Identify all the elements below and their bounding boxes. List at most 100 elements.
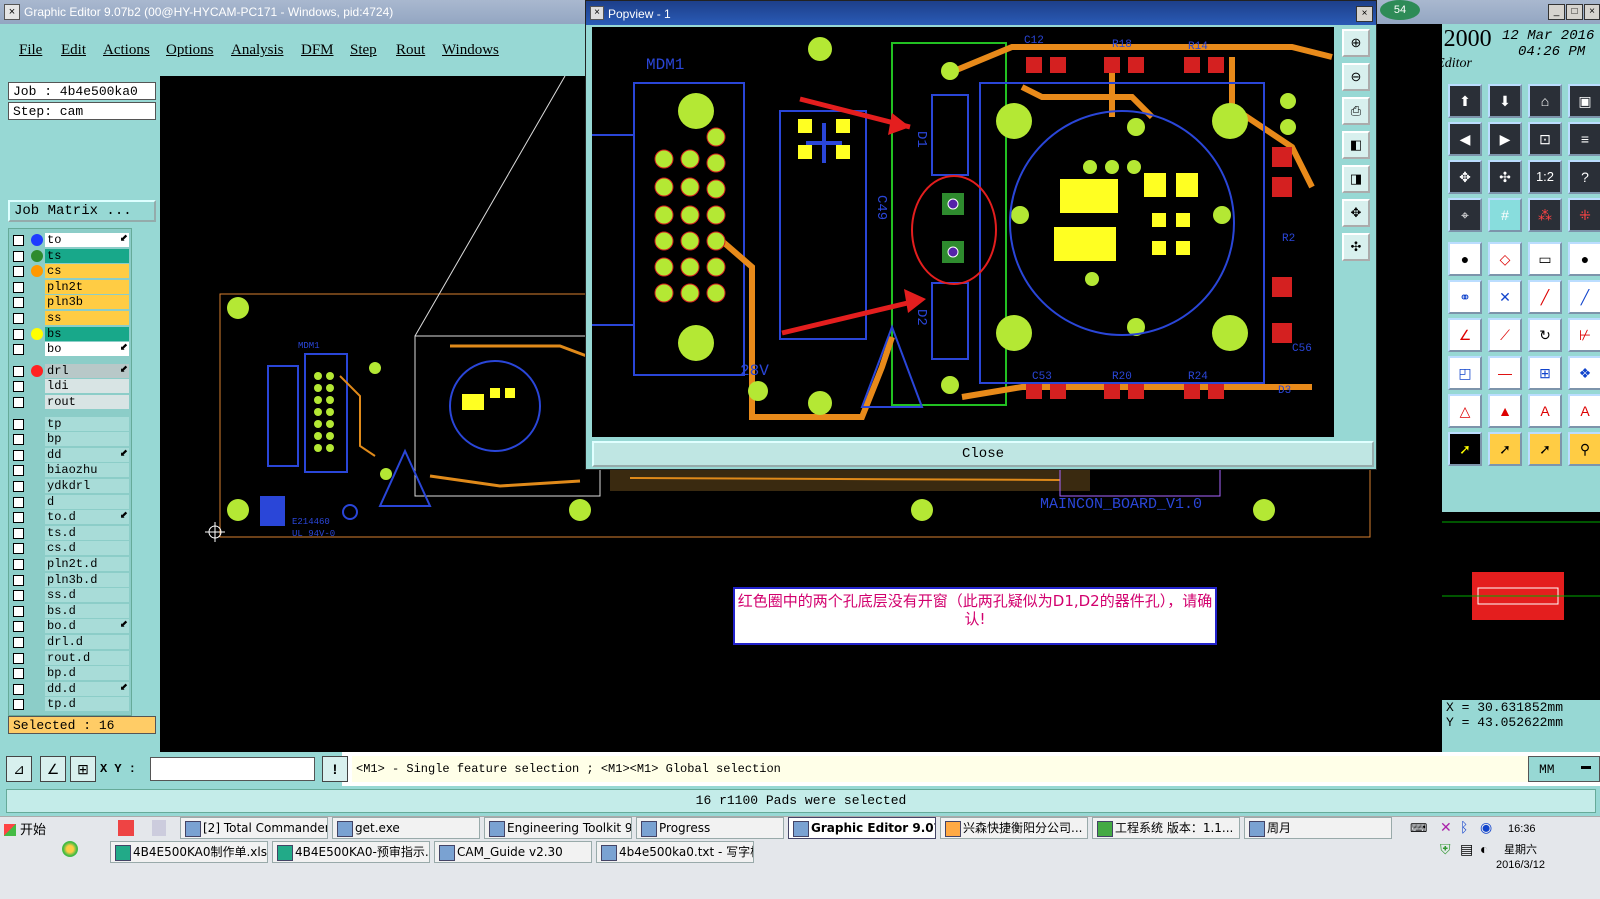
layer-row-pln3b[interactable]: pln3b bbox=[9, 295, 131, 310]
layer-row-pln2t[interactable]: pln2t bbox=[9, 279, 131, 295]
layer-checkbox[interactable] bbox=[13, 652, 24, 664]
surface-icon[interactable]: ◇ bbox=[1488, 242, 1522, 276]
bluetooth-icon[interactable]: ᛒ bbox=[1460, 819, 1468, 835]
layer-row-bs[interactable]: bs bbox=[9, 326, 131, 342]
ratio-icon[interactable]: 1:2 bbox=[1528, 160, 1562, 194]
layer-checkbox[interactable] bbox=[13, 496, 24, 508]
snap-center-icon[interactable]: ⊞ bbox=[70, 756, 96, 782]
layer-row-drl[interactable]: drl ⬋ bbox=[9, 363, 131, 379]
taskbar-item[interactable]: get.exe bbox=[332, 817, 480, 839]
cut-icon[interactable]: ⟋ bbox=[1488, 318, 1522, 352]
layer-row-tp-d[interactable]: tp.d bbox=[9, 697, 131, 712]
menu-edit[interactable]: Edit bbox=[61, 42, 86, 59]
layer-name[interactable]: rout bbox=[45, 395, 129, 409]
popview-window-icon[interactable]: × bbox=[590, 6, 604, 20]
layer-name[interactable]: cs bbox=[45, 264, 129, 279]
taskbar-item[interactable]: 工程系统 版本：1.1... bbox=[1092, 817, 1240, 839]
layer-row-dd-d[interactable]: dd.d ⬋ bbox=[9, 681, 131, 697]
quicklaunch-icon[interactable] bbox=[62, 841, 78, 857]
select-pointer-icon[interactable]: ➚ bbox=[1448, 432, 1482, 466]
layer-checkbox[interactable] bbox=[13, 266, 24, 278]
popview-close-button[interactable]: Close bbox=[592, 441, 1374, 467]
layer-row-drl-d[interactable]: drl.d bbox=[9, 635, 131, 650]
rotate-icon[interactable]: ↻ bbox=[1528, 318, 1562, 352]
quicklaunch-browser-icon[interactable] bbox=[118, 820, 134, 836]
layer-menu-icon[interactable]: ⬋ bbox=[120, 342, 128, 353]
layer-row-cs[interactable]: cs bbox=[9, 264, 131, 279]
pv-print-icon[interactable]: ⎙ bbox=[1342, 97, 1370, 125]
layer-name[interactable]: bs bbox=[45, 326, 129, 341]
layer-name[interactable]: pln2t.d bbox=[45, 557, 129, 571]
menu-rout[interactable]: Rout bbox=[396, 42, 425, 59]
layer-row-bp[interactable]: bp bbox=[9, 432, 131, 447]
layer-row-biaozhu[interactable]: biaozhu bbox=[9, 463, 131, 478]
layer-name[interactable]: tp bbox=[45, 416, 129, 431]
network-icon[interactable]: ▤ bbox=[1460, 841, 1473, 858]
layer-checkbox[interactable] bbox=[13, 465, 24, 477]
pv-zoom-out-icon[interactable]: ⊖ bbox=[1342, 63, 1370, 91]
taskbar-item[interactable]: [2] Total Commander 7... bbox=[180, 817, 328, 839]
layer-row-ts-d[interactable]: ts.d bbox=[9, 525, 131, 541]
menu-analysis[interactable]: Analysis bbox=[231, 42, 284, 59]
layer-checkbox[interactable] bbox=[13, 527, 24, 539]
layer-name[interactable]: rout.d bbox=[45, 650, 129, 665]
layer-name[interactable]: drl.d bbox=[45, 635, 129, 649]
layer-checkbox[interactable] bbox=[13, 344, 24, 356]
layer-row-tp[interactable]: tp bbox=[9, 416, 131, 432]
pv-zoom-in-icon[interactable]: ⊕ bbox=[1342, 29, 1370, 57]
pad-add-icon[interactable]: ● bbox=[1448, 242, 1482, 276]
info-icon[interactable]: ! bbox=[322, 756, 348, 782]
layer-checkbox[interactable] bbox=[13, 281, 24, 293]
layer-row-pln2t-d[interactable]: pln2t.d bbox=[9, 557, 131, 572]
layer-menu-icon[interactable]: ⬋ bbox=[120, 364, 128, 375]
layer-checkbox[interactable] bbox=[13, 605, 24, 617]
layer-row-dd[interactable]: dd ⬋ bbox=[9, 447, 131, 463]
layers-icon[interactable]: ≡ bbox=[1568, 122, 1600, 156]
home-icon[interactable]: ⌂ bbox=[1528, 84, 1562, 118]
snap-grid-icon[interactable]: ⊿ bbox=[6, 756, 32, 782]
layer-checkbox[interactable] bbox=[13, 590, 24, 602]
layer-checkbox[interactable] bbox=[13, 381, 24, 393]
layer-row-rout[interactable]: rout bbox=[9, 395, 131, 410]
line-icon[interactable]: ╱ bbox=[1528, 280, 1562, 314]
layer-menu-icon[interactable]: ⬋ bbox=[120, 619, 128, 630]
layer-row-bo[interactable]: bo ⬋ bbox=[9, 342, 131, 357]
menu-dfm[interactable]: DFM bbox=[301, 42, 334, 59]
layer-name[interactable]: ts.d bbox=[45, 525, 129, 540]
layer-checkbox[interactable] bbox=[13, 481, 24, 492]
center-icon[interactable]: ✣ bbox=[1488, 160, 1522, 194]
layer-checkbox[interactable] bbox=[13, 418, 24, 430]
layer-name[interactable]: d bbox=[45, 494, 129, 509]
quicklaunch-doc-icon[interactable] bbox=[152, 820, 166, 836]
select-area-icon[interactable]: ➚ bbox=[1488, 432, 1522, 466]
layer-name[interactable]: bo.d bbox=[45, 619, 129, 634]
tray-app-icon[interactable]: ◉ bbox=[1480, 819, 1492, 836]
select-multi-icon[interactable]: ⚲ bbox=[1568, 432, 1600, 466]
snap-icon[interactable]: ⁂ bbox=[1528, 198, 1562, 232]
layer-checkbox[interactable] bbox=[13, 328, 24, 340]
layer-checkbox[interactable] bbox=[13, 621, 24, 633]
triangle-icon[interactable]: △ bbox=[1448, 394, 1482, 428]
taskbar-item[interactable]: 周月 bbox=[1244, 817, 1392, 839]
layer-checkbox[interactable] bbox=[13, 250, 24, 262]
drc-icon[interactable]: ▲ bbox=[1488, 394, 1522, 428]
layer-name[interactable]: dd.d bbox=[45, 681, 129, 696]
pv-fit-icon[interactable]: ✥ bbox=[1342, 199, 1370, 227]
layer-name[interactable]: to bbox=[45, 233, 129, 247]
layer-name[interactable]: ts bbox=[45, 248, 129, 263]
ruler-icon[interactable]: ⌖ bbox=[1448, 198, 1482, 232]
layer-name[interactable]: bp bbox=[45, 432, 129, 447]
layer-row-d[interactable]: d bbox=[9, 494, 131, 510]
menu-windows[interactable]: Windows bbox=[442, 42, 499, 59]
node-icon[interactable]: ◰ bbox=[1448, 356, 1482, 390]
layer-row-bo-d[interactable]: bo.d ⬋ bbox=[9, 619, 131, 634]
pv-center-icon[interactable]: ✣ bbox=[1342, 233, 1370, 261]
zoom-box-icon[interactable]: ⊡ bbox=[1528, 122, 1562, 156]
pan-left-icon[interactable]: ◀ bbox=[1448, 122, 1482, 156]
layer-name[interactable]: ss bbox=[45, 311, 129, 325]
layer-name[interactable]: dd bbox=[45, 447, 129, 462]
layer-row-ts[interactable]: ts bbox=[9, 248, 131, 264]
layer-row-rout-d[interactable]: rout.d bbox=[9, 650, 131, 666]
menu-actions[interactable]: Actions bbox=[103, 42, 150, 59]
layer-row-pln3b-d[interactable]: pln3b.d bbox=[9, 572, 131, 588]
